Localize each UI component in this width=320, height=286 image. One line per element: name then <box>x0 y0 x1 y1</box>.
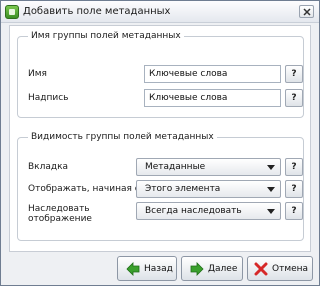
window-title: Добавить поле метаданных <box>23 6 171 17</box>
dialog-window: Добавить поле метаданных Имя группы поле… <box>0 0 320 286</box>
display-from-select-value: Этого элемента <box>145 184 221 194</box>
close-button[interactable] <box>299 5 314 18</box>
dialog-content: Имя группы полей метаданных Имя Ключевые… <box>9 25 311 252</box>
arrow-right-icon <box>190 262 204 276</box>
group-name-section: Имя группы полей метаданных Имя Ключевые… <box>17 31 304 118</box>
display-from-help-button[interactable]: ? <box>285 180 303 198</box>
back-label: Назад <box>144 264 173 274</box>
display-from-select[interactable]: Этого элемента <box>136 180 281 198</box>
next-button[interactable]: Далее <box>181 256 243 281</box>
cancel-x-icon <box>254 262 268 276</box>
cancel-button[interactable]: Отмена <box>247 256 313 281</box>
close-icon <box>303 8 311 16</box>
tab-help-button[interactable]: ? <box>285 158 303 176</box>
inherit-select-value: Всегда наследовать <box>145 206 242 216</box>
next-label: Далее <box>208 264 238 274</box>
name-input[interactable]: Ключевые слова <box>144 65 281 83</box>
group-name-legend: Имя группы полей метаданных <box>28 31 184 41</box>
app-icon <box>5 5 19 19</box>
title-bar: Добавить поле метаданных <box>1 1 319 23</box>
name-label: Имя <box>28 69 47 79</box>
arrow-left-icon <box>126 262 140 276</box>
caption-label: Надпись <box>28 93 69 103</box>
inherit-select[interactable]: Всегда наследовать <box>136 202 281 220</box>
tab-label: Вкладка <box>28 162 69 172</box>
inherit-label-line1: Наследовать <box>28 204 90 214</box>
caption-help-button[interactable]: ? <box>285 89 303 107</box>
visibility-section: Видимость группы полей метаданных Вкладк… <box>17 132 304 241</box>
caption-input[interactable]: Ключевые слова <box>144 89 281 107</box>
cancel-label: Отмена <box>272 264 309 274</box>
visibility-legend: Видимость группы полей метаданных <box>28 132 217 142</box>
inherit-label: Наследовать отображение <box>28 204 92 224</box>
chevron-down-icon <box>267 209 275 214</box>
tab-select[interactable]: Метаданные <box>136 158 281 176</box>
chevron-down-icon <box>267 165 275 170</box>
chevron-down-icon <box>267 187 275 192</box>
inherit-help-button[interactable]: ? <box>285 202 303 220</box>
inherit-label-line2: отображение <box>28 214 92 224</box>
display-from-label: Отображать, начиная с <box>28 184 140 194</box>
tab-select-value: Метаданные <box>145 162 206 172</box>
back-button[interactable]: Назад <box>117 256 177 281</box>
name-help-button[interactable]: ? <box>285 65 303 83</box>
